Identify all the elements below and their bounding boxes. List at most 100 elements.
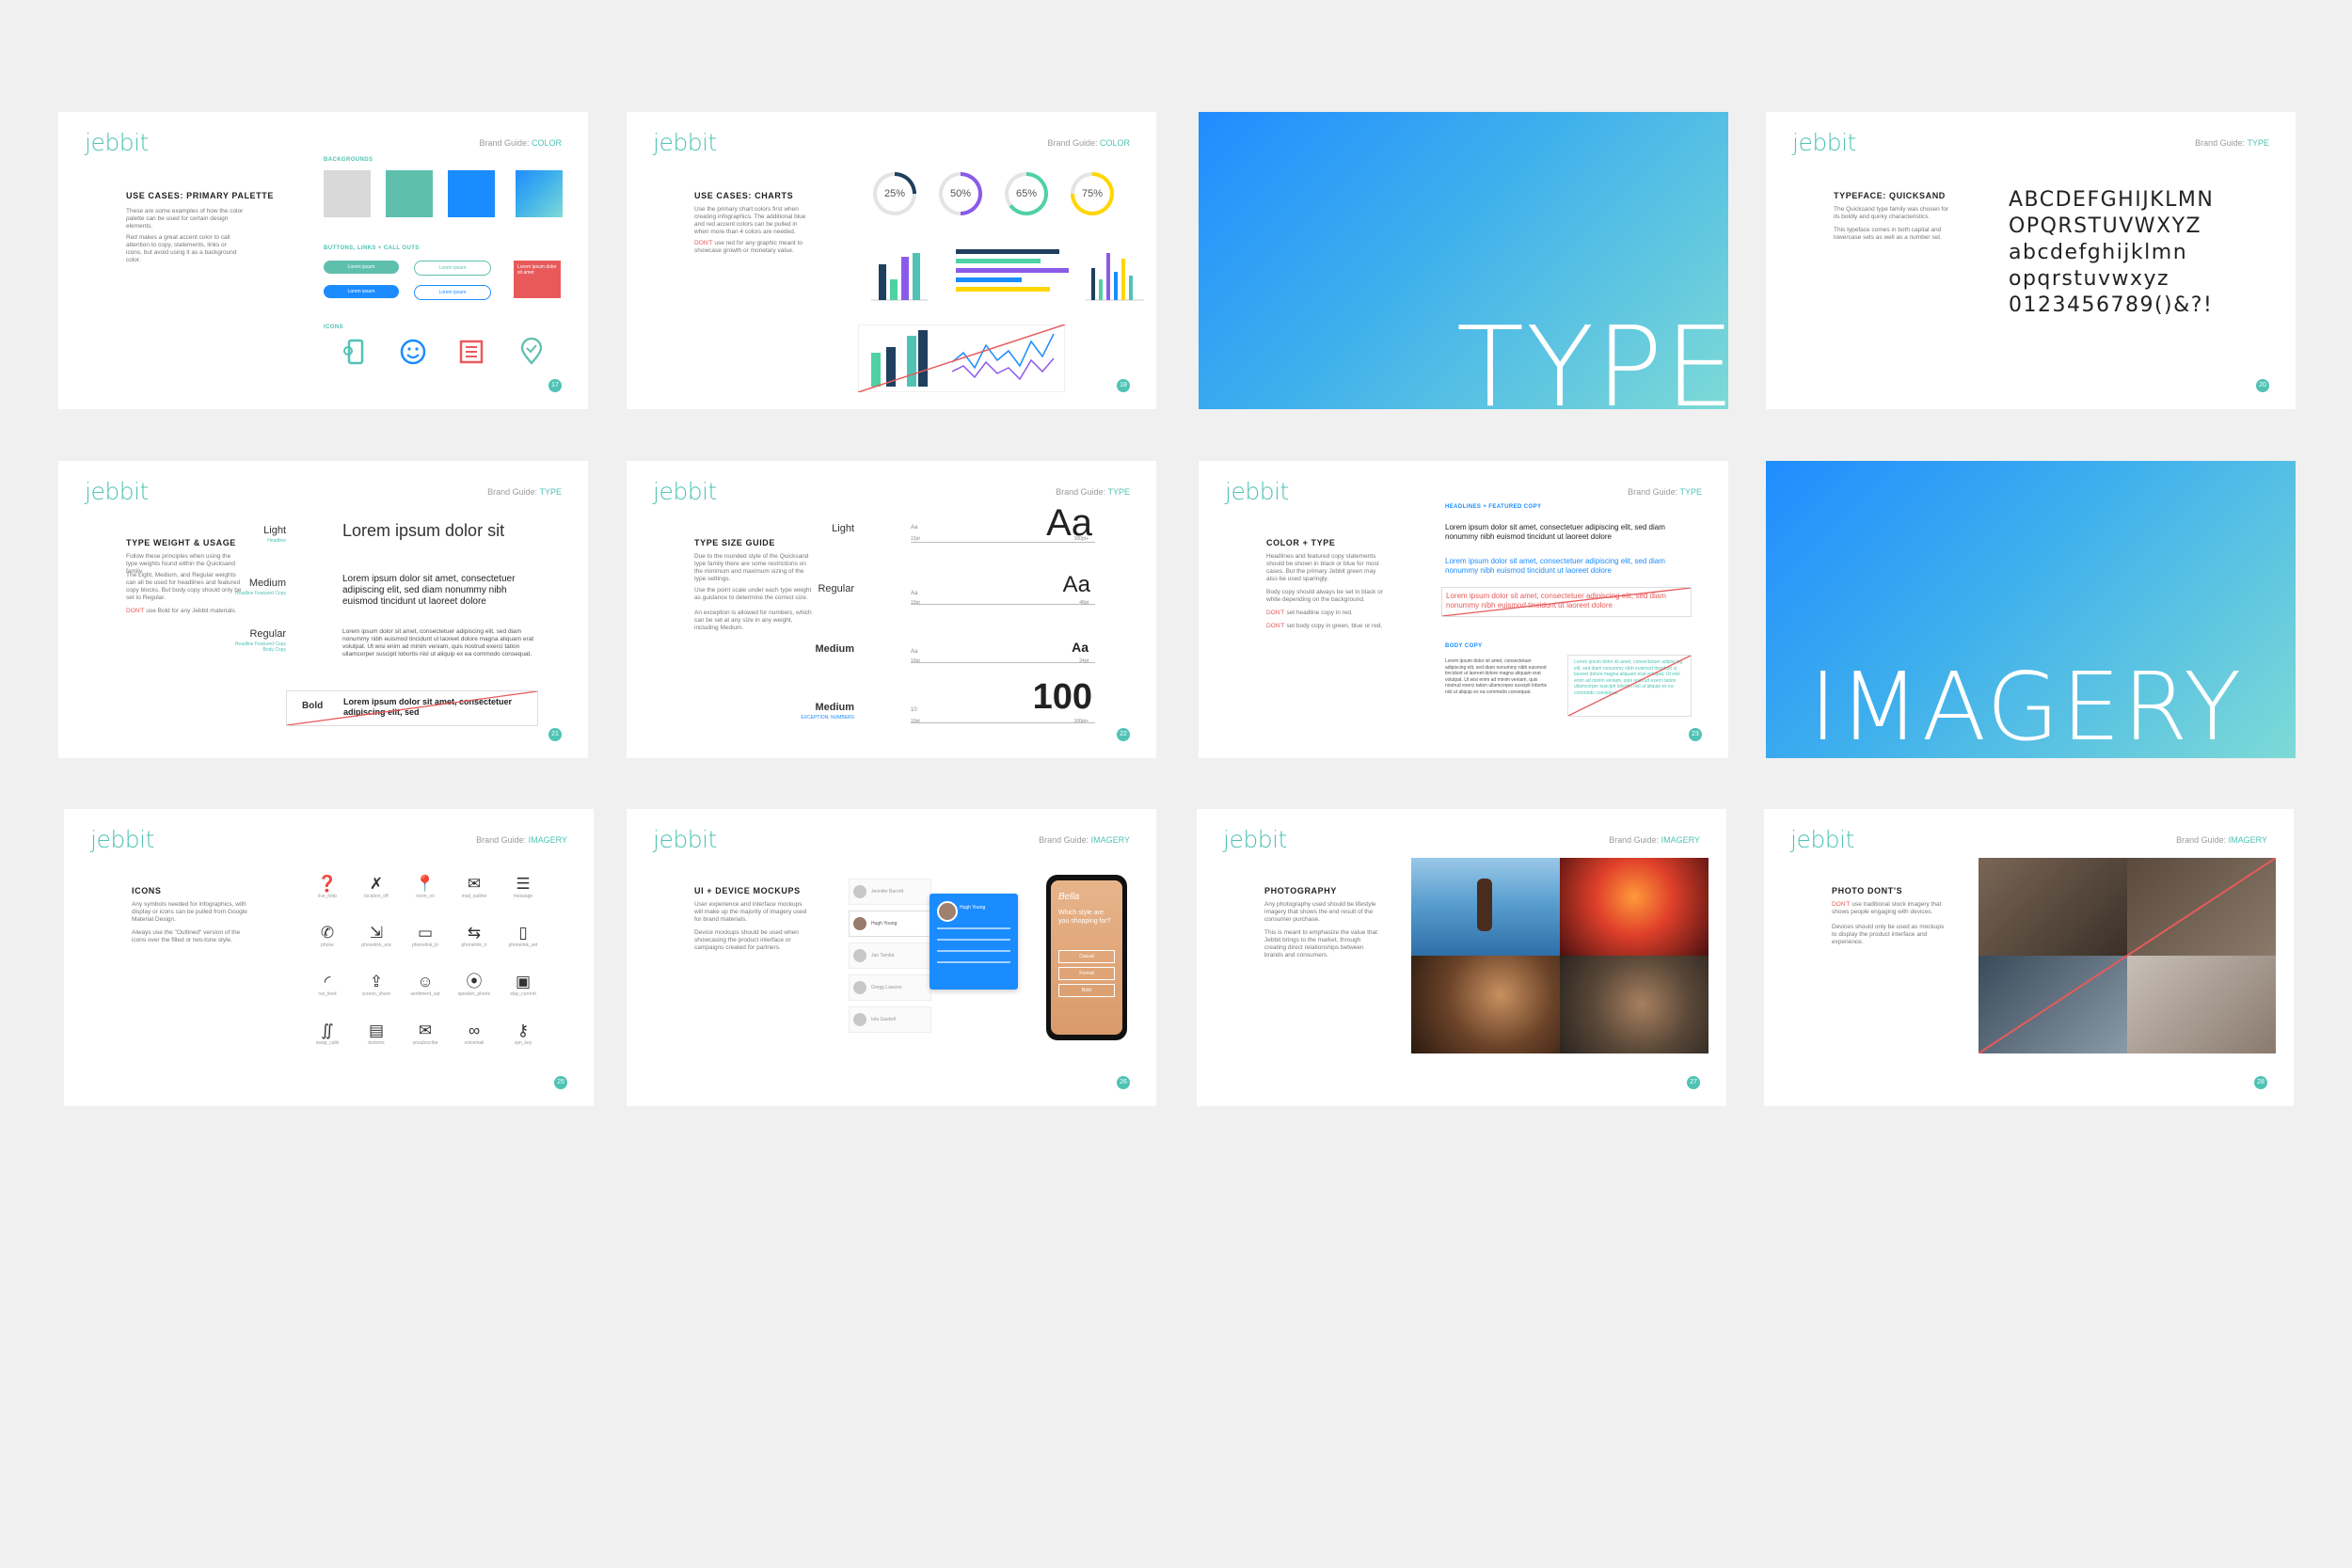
brand-guide-label: Brand Guide: IMAGERY: [1609, 835, 1700, 845]
user-list-item: Gregg Lawson: [849, 974, 931, 1001]
avatar: [853, 885, 866, 898]
page-number: 26: [1117, 1076, 1130, 1089]
slide-title: TYPEFACE: QUICKSAND: [1834, 191, 1946, 200]
strike-line: [1979, 858, 2276, 1053]
swatch-gradient: [516, 170, 563, 217]
icon-glyph: ▯: [518, 924, 528, 942]
profile-card: Hugh Young: [930, 894, 1018, 990]
material-icon-unsubscribe: ✉ unsubscribe: [403, 1022, 448, 1046]
icon-name: phonelink_set: [508, 942, 538, 948]
headline-red-dont: Lorem ipsum dolor sit amet, consectetuer…: [1441, 587, 1692, 617]
jebbit-logo: jebbit: [85, 129, 149, 156]
photo-beach: [1411, 858, 1560, 956]
phone-screen: Bella Which style are you shopping for? …: [1051, 880, 1122, 1035]
icon-glyph: ∞: [468, 1022, 481, 1039]
backgrounds-heading: BACKGROUNDS: [324, 157, 373, 163]
size-row-3-min: 10pt: [911, 658, 920, 664]
body-color-dont: Lorem ipsum dolor sit amet, consectetuer…: [1567, 655, 1692, 717]
user-list-item: Hugh Young: [849, 911, 931, 937]
icon-glyph: ◜: [324, 973, 331, 990]
size-row-4-sample: 100: [1032, 677, 1092, 717]
size-row-2-aa: Aa: [911, 591, 918, 596]
icon-name: phonelink_ri: [461, 942, 487, 948]
icon-name: rss_feed: [318, 991, 337, 997]
material-icon-message: ☰ message: [501, 875, 546, 899]
icon-glyph: ❓: [317, 875, 338, 893]
icon-glyph: ▭: [417, 924, 434, 942]
material-icon-textsms: ▤ textsms: [354, 1022, 399, 1046]
slide-body-2: Devices should only be used as mockups t…: [1832, 924, 1945, 945]
icon-glyph: ✗: [369, 875, 384, 893]
slide-title: USE CASES: PRIMARY PALETTE: [126, 191, 274, 200]
slide-ui-mockups: jebbit Brand Guide: IMAGERY UI + DEVICE …: [627, 809, 1156, 1106]
weight-medium-label: Medium: [248, 578, 286, 589]
location-check-icon: [520, 338, 543, 365]
icon-name: phonelink_era: [361, 942, 391, 948]
slide-body-1: DON'T use traditional stock imagery that…: [1832, 901, 1942, 915]
page-number: 27: [1687, 1076, 1700, 1089]
phone-question: Which style are you shopping for?: [1058, 910, 1111, 925]
jebbit-logo: jebbit: [85, 478, 149, 505]
size-row-3-max: 24pt: [1079, 658, 1089, 664]
size-row-4-min: 10pt: [911, 719, 920, 724]
donut-65: 65%: [1005, 172, 1048, 215]
material-icon-voicemail: ∞ voicemail: [452, 1022, 497, 1046]
jebbit-logo: jebbit: [653, 826, 717, 853]
slide-title: PHOTOGRAPHY: [1264, 886, 1337, 895]
jebbit-logo: jebbit: [1792, 129, 1856, 156]
material-icon-phone: ✆ phone: [305, 924, 350, 948]
smiley-icon: [400, 339, 426, 365]
brand-guide-label: Brand Guide: TYPE: [487, 487, 562, 497]
phone-brand: Bella: [1058, 892, 1080, 902]
slide-body-2: Always use the "Outlined" version of the…: [132, 929, 241, 943]
slide-color-type: jebbit Brand Guide: TYPE COLOR + TYPE He…: [1199, 461, 1728, 758]
slide-color-palette: jebbit Brand Guide: COLOR USE CASES: PRI…: [58, 112, 588, 409]
slide-title: TYPE WEIGHT & USAGE: [126, 538, 236, 547]
slide-body-1: The Quicksand type family was chosen for…: [1834, 206, 1949, 220]
avatar: [853, 917, 866, 930]
brand-guide-label: Brand Guide: COLOR: [479, 138, 562, 148]
medium-sample: Lorem ipsum dolor sit amet, consectetuer…: [342, 574, 516, 607]
size-row-4-weight: Medium: [815, 702, 854, 713]
slide-typeface: jebbit Brand Guide: TYPE TYPEFACE: QUICK…: [1766, 112, 2296, 409]
headline-black: Lorem ipsum dolor sit amet, consectetuer…: [1445, 523, 1665, 541]
pill-blue: Lorem ipsum: [324, 285, 399, 298]
pill-blue-outline: Lorem ipsum: [414, 285, 491, 300]
pill-teal-outline: Lorem ipsum: [414, 261, 491, 276]
user-name: Gregg Lawson: [871, 985, 902, 990]
slide-body-2: Use the point scale under each type weig…: [694, 587, 812, 601]
slide-body-1: User experience and interface mockups wi…: [694, 901, 807, 923]
swatch-grey: [324, 170, 371, 217]
slide-body-2: Red makes a great accent color to call a…: [126, 234, 237, 263]
body-black: Lorem ipsum dolor sit amet, consectetuer…: [1445, 658, 1548, 695]
weight-light-label: Light: [263, 525, 286, 536]
material-icon-speaker-phone: ⦿ speaker_phone: [452, 973, 497, 997]
material-icon-stay-current: ▣ stay_current: [501, 973, 546, 997]
material-icon-live-help: ❓ live_help: [305, 875, 350, 899]
brand-guide-label: Brand Guide: COLOR: [1047, 138, 1130, 148]
weight-light-usage: Headline: [267, 538, 286, 544]
slide-body-1: Any photography used should be lifestyle…: [1264, 901, 1376, 923]
slide-body-2: This typeface comes in both capital and …: [1834, 227, 1942, 241]
page-number: 17: [548, 379, 562, 392]
page-number: 28: [2254, 1076, 2267, 1089]
slide-body-3: DON'T set headline copy in red.: [1266, 610, 1353, 616]
slide-type-size: jebbit Brand Guide: TYPE TYPE SIZE GUIDE…: [627, 461, 1156, 758]
slide-title: ICONS: [132, 886, 162, 895]
size-row-2-sample: Aa: [1062, 572, 1090, 597]
icon-glyph: ∬: [321, 1022, 334, 1039]
slide-charts: jebbit Brand Guide: COLOR USE CASES: CHA…: [627, 112, 1156, 409]
icon-name: phone: [321, 942, 334, 948]
brand-guide-label: Brand Guide: TYPE: [1056, 487, 1130, 497]
photo-guitarist: [1560, 956, 1708, 1053]
slide-body-1: Use the primary chart colors first when …: [694, 206, 806, 235]
phone-mockup: Bella Which style are you shopping for? …: [1046, 875, 1127, 1040]
jebbit-logo: jebbit: [1790, 826, 1854, 853]
headlines-heading: HEADLINES + FEATURED COPY: [1445, 504, 1542, 510]
card-line: [937, 950, 1010, 952]
icon-glyph: ⦿: [466, 973, 483, 990]
icon-name: screen_share: [361, 991, 391, 997]
icon-glyph: ☰: [516, 875, 531, 893]
brand-guide-label: Brand Guide: TYPE: [2195, 138, 2269, 148]
size-row-1-aa: Aa: [911, 525, 918, 531]
